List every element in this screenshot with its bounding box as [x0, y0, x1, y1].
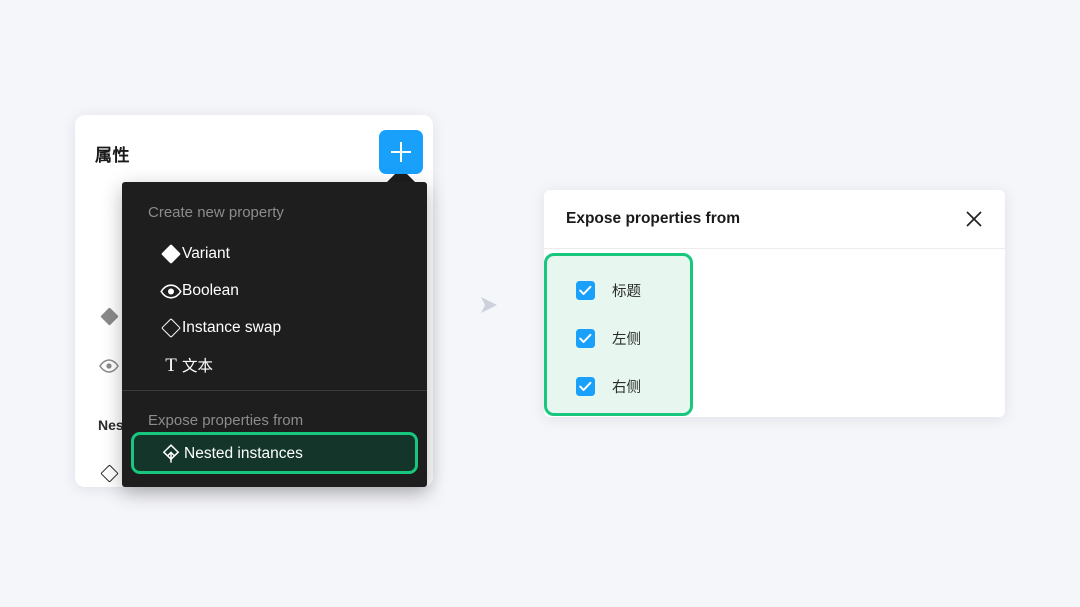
menu-item-boolean[interactable]: Boolean — [122, 275, 427, 307]
diamond-filled-icon — [98, 305, 120, 327]
expose-properties-dialog: Expose properties from 标题 左侧 右侧 — [544, 190, 1005, 417]
diamond-filled-icon — [159, 242, 183, 266]
menu-item-instance-swap[interactable]: Instance swap — [122, 312, 427, 344]
menu-item-label: Nested instances — [184, 445, 303, 462]
exposed-properties-list: 标题 左侧 右侧 — [544, 253, 693, 416]
add-property-button[interactable] — [379, 130, 423, 174]
nested-section-heading-label: Nes — [98, 417, 124, 433]
create-section-label: Create new property — [148, 204, 284, 221]
close-icon[interactable] — [961, 206, 987, 232]
eye-icon — [98, 355, 120, 377]
menu-item-label: Boolean — [182, 282, 239, 299]
expose-section-label: Expose properties from — [148, 412, 304, 429]
list-item-label: 右侧 — [612, 379, 641, 396]
menu-divider — [122, 390, 427, 391]
checkbox-checked-icon[interactable] — [576, 280, 595, 300]
checkbox-checked-icon[interactable] — [576, 328, 595, 348]
list-item-label: 左侧 — [612, 331, 641, 348]
create-property-dropdown: Create new property Variant Boolean Inst… — [122, 182, 427, 487]
dialog-title: Expose properties from — [566, 210, 740, 227]
list-item[interactable]: 标题 — [576, 279, 641, 301]
dialog-divider — [544, 248, 1005, 249]
menu-item-variant[interactable]: Variant — [122, 238, 427, 270]
list-item-label: 标题 — [612, 283, 641, 300]
list-item[interactable]: 左侧 — [576, 327, 641, 349]
menu-item-label: Instance swap — [182, 319, 282, 336]
menu-item-label: Variant — [182, 245, 230, 262]
list-item[interactable]: 右侧 — [576, 375, 641, 397]
menu-item-text[interactable]: T 文本 — [122, 349, 427, 381]
arrow-right-icon — [476, 292, 502, 318]
diamond-outline-icon — [159, 316, 183, 340]
menu-item-nested-instances[interactable]: Nested instances — [131, 432, 418, 474]
page-title: 属性 — [95, 146, 130, 165]
diamond-outline-icon — [98, 462, 120, 484]
nested-instance-icon — [160, 443, 182, 465]
plus-icon-vertical — [400, 142, 402, 162]
menu-item-label: 文本 — [182, 358, 214, 375]
eye-icon — [159, 279, 183, 303]
text-t-icon: T — [165, 354, 177, 376]
checkbox-checked-icon[interactable] — [576, 376, 595, 396]
